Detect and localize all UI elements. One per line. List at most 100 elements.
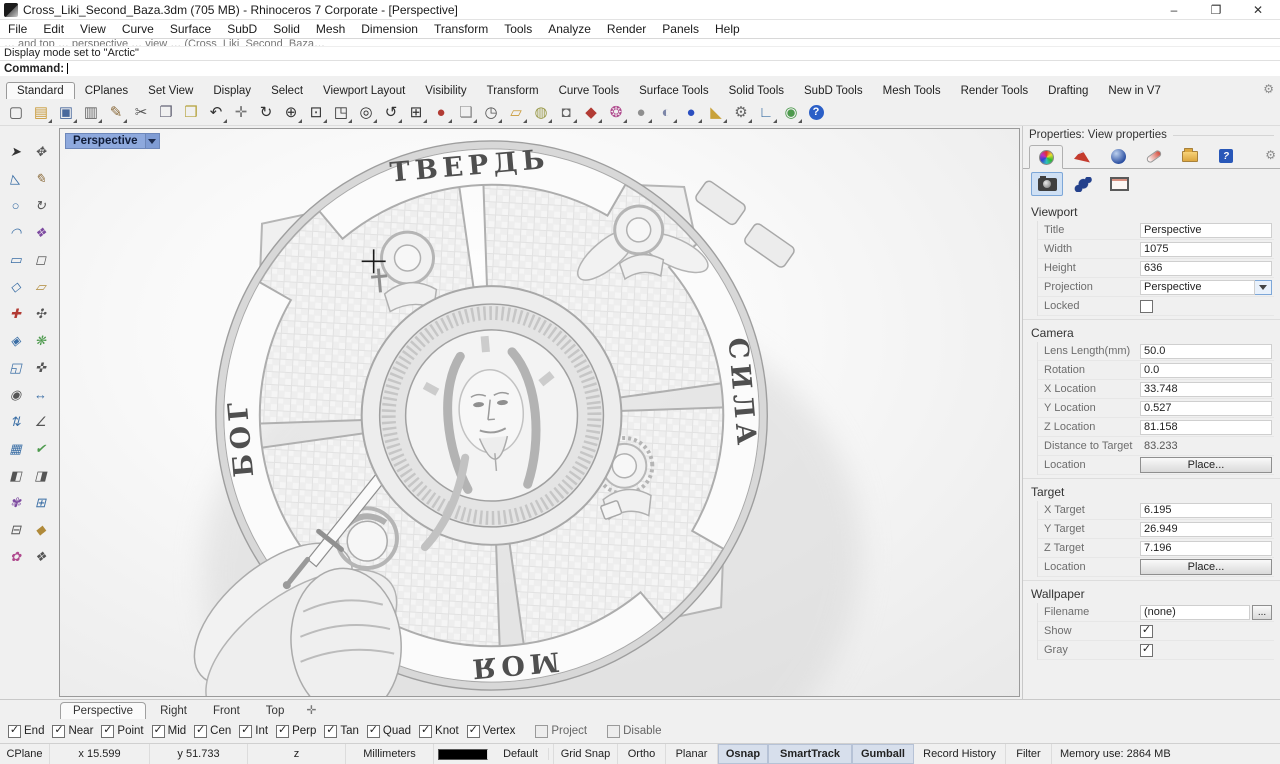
show-checkbox[interactable] [1140,625,1153,638]
menu-item[interactable]: Dimension [353,22,426,36]
add-viewport-icon[interactable]: ✛ [306,703,316,719]
osnap-toggle[interactable]: Project [535,725,587,738]
analyze-wedge-icon[interactable]: ◆ [579,100,603,124]
osnap-toggle-button[interactable]: Osnap [718,744,768,764]
extrude-tool-icon[interactable]: ◱ [3,354,28,381]
menu-item[interactable]: Analyze [540,22,599,36]
place-target-button[interactable]: Place... [1140,559,1272,575]
properties-tab[interactable] [1029,145,1063,169]
camera-subtab[interactable] [1031,172,1063,196]
save-icon[interactable]: ▣ [54,100,78,124]
color-wheel-icon[interactable]: ❂ [604,100,628,124]
print-icon[interactable]: ▥ [79,100,103,124]
trim-tool-icon[interactable]: ◨ [28,462,53,489]
surface-tool-icon[interactable]: ◈ [3,327,28,354]
menu-item[interactable]: Edit [35,22,72,36]
check-tool-icon[interactable]: ✔ [28,435,53,462]
osnap-toggle[interactable]: End [8,725,44,738]
viewport-rect-subtab[interactable] [1103,172,1135,196]
menu-item[interactable]: Panels [654,22,707,36]
earth-globe-icon[interactable]: ◉ [779,100,803,124]
lens-field[interactable]: 50.0 [1140,344,1272,359]
toolbar-tab[interactable]: Select [261,83,313,99]
help-icon[interactable]: ? [804,100,828,124]
wallpaper-filename-field[interactable]: (none) [1140,605,1250,620]
toolbar-tab[interactable]: Render Tools [951,83,1039,99]
osnap-toggle[interactable]: Cen [194,725,231,738]
new-file-icon[interactable]: ▢ [4,100,28,124]
circle-tool-icon[interactable]: ○ [3,192,28,219]
z-target-field[interactable]: 7.196 [1140,541,1272,556]
layer-button[interactable]: Default [434,744,554,764]
paste-icon[interactable]: ❒ [179,100,203,124]
y-location-field[interactable]: 0.527 [1140,401,1272,416]
group-tool-icon[interactable]: ❖ [28,543,53,570]
minimize-button[interactable]: – [1166,3,1182,17]
record-history-toggle[interactable]: Record History [914,744,1006,764]
zoom-selected-icon[interactable]: ◎ [354,100,378,124]
panel-menu-gear-icon[interactable]: ⚙ [1265,148,1276,162]
menu-item[interactable]: File [0,22,35,36]
chevron-down-icon[interactable] [1255,280,1272,295]
viewport-tab[interactable]: Top [254,703,297,719]
boolean-tool-icon[interactable]: ⊟ [3,516,28,543]
menu-item[interactable]: Render [599,22,654,36]
planar-toggle[interactable]: Planar [666,744,718,764]
toolbar-tab[interactable]: Curve Tools [549,83,630,99]
plane-tool-icon[interactable]: ▱ [28,273,53,300]
osnap-toggle[interactable]: Tan [324,725,359,738]
osnap-toggle[interactable]: Int [239,725,268,738]
zoom-extents-icon[interactable]: ◳ [329,100,353,124]
toolbar-tab[interactable]: Surface Tools [629,83,718,99]
curve-tool-icon[interactable]: ❖ [28,219,53,246]
layer-state-icon[interactable]: ▱ [504,100,528,124]
toolbar-options-gear-icon[interactable]: ⚙ [1263,82,1274,96]
units-button[interactable]: Millimeters [346,744,434,764]
display-tab[interactable] [1065,144,1099,168]
zoom-window-icon[interactable]: ⊡ [304,100,328,124]
move-tool-icon[interactable]: ✥ [28,138,53,165]
gumball-toggle[interactable]: Gumball [852,744,914,764]
smarttrack-toggle[interactable]: SmartTrack [768,744,852,764]
menu-item[interactable]: Surface [162,22,219,36]
toolbar-tab[interactable]: Display [203,83,261,99]
point-tool-icon[interactable]: ◉ [3,381,28,408]
viewport-title[interactable]: Perspective [65,133,145,149]
select-arrow-icon[interactable]: ➤ [3,138,28,165]
toolbar-tab[interactable]: CPlanes [75,83,138,99]
title-field[interactable]: Perspective [1140,223,1272,238]
spotlight-cone-icon[interactable]: ◣ [704,100,728,124]
blend-tool-icon[interactable]: ✾ [3,489,28,516]
array-tool-icon[interactable]: ▦ [3,435,28,462]
command-input[interactable]: Command: [0,60,1280,76]
help-tab[interactable]: ? [1209,144,1243,168]
offset-tool-icon[interactable]: ✜ [28,354,53,381]
menu-item[interactable]: Help [707,22,748,36]
menu-item[interactable]: Mesh [308,22,353,36]
zoom-in-icon[interactable]: ⊕ [279,100,303,124]
ghosted-sphere-icon[interactable]: ◐ [654,100,678,124]
gray-checkbox[interactable] [1140,644,1153,657]
menu-item[interactable]: Tools [496,22,540,36]
x-target-field[interactable]: 6.195 [1140,503,1272,518]
osnap-toggle[interactable]: Disable [607,725,661,738]
gem-tool-icon[interactable]: ◆ [28,516,53,543]
height-field[interactable]: 636 [1140,261,1272,276]
copy-icon[interactable]: ❐ [154,100,178,124]
menu-item[interactable]: Transform [426,22,496,36]
osnap-toggle[interactable]: Perp [276,725,316,738]
projection-select[interactable]: Perspective [1140,280,1255,295]
ortho-toggle[interactable]: Ortho [618,744,666,764]
toolbar-tab[interactable]: Visibility [415,83,476,99]
lens-subtab[interactable] [1067,172,1099,196]
cut-icon[interactable]: ✂ [129,100,153,124]
grid-snap-toggle[interactable]: Grid Snap [554,744,618,764]
viewport-tab[interactable]: Perspective [60,702,146,719]
lock-icon[interactable]: ◘ [554,100,578,124]
flower-tool-icon[interactable]: ✿ [3,543,28,570]
chevron-down-icon[interactable] [145,133,160,149]
z-location-field[interactable]: 81.158 [1140,420,1272,435]
wireframe-sketch-icon[interactable]: ❏ [454,100,478,124]
display-mode-car-icon[interactable]: ● [429,100,453,124]
visibility-bulb-icon[interactable]: ◍ [529,100,553,124]
